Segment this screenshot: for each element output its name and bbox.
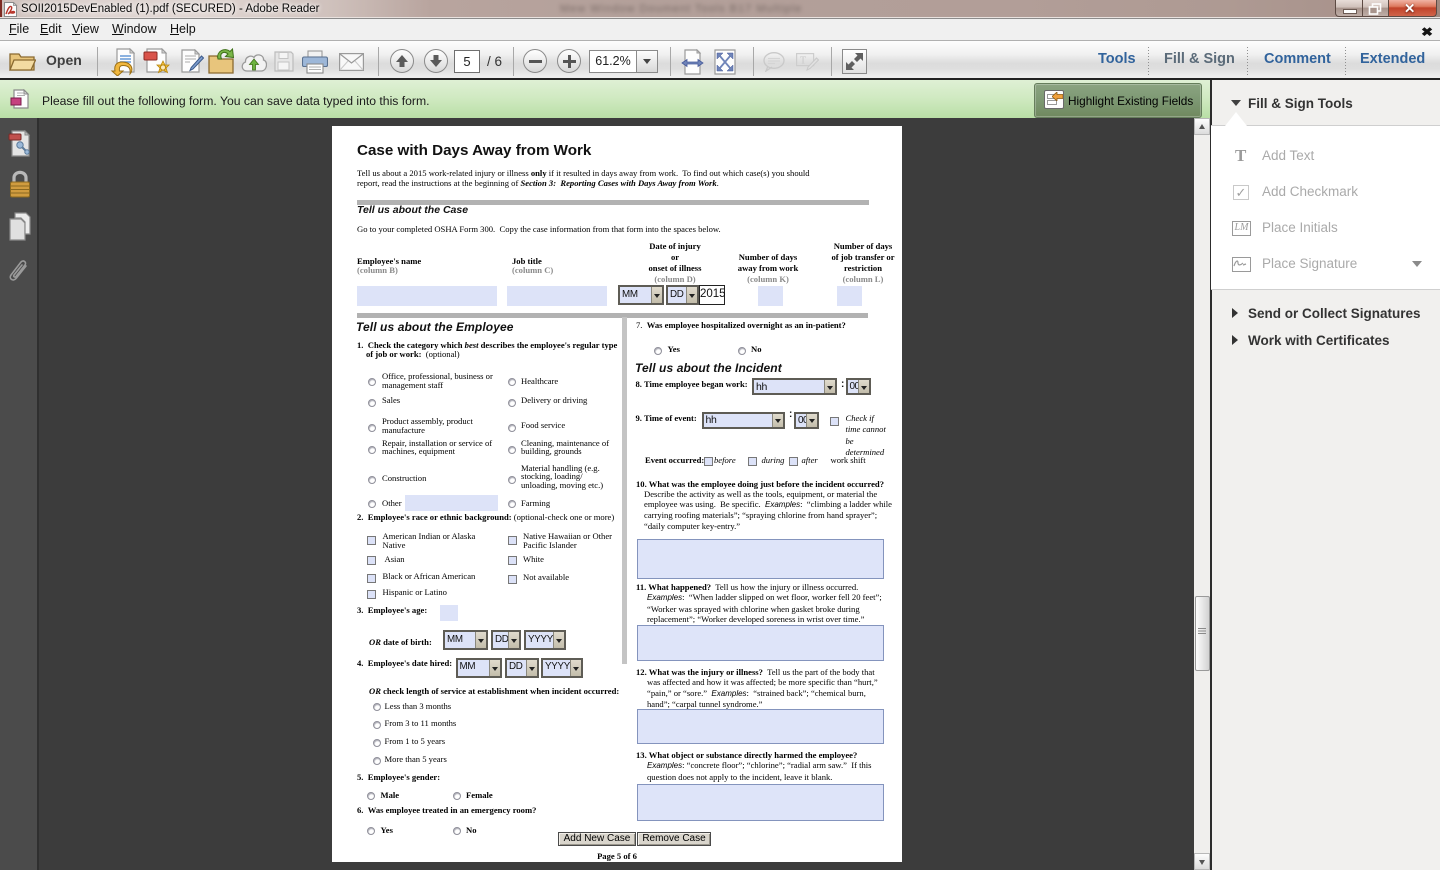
svg-text:T: T [800,56,806,67]
